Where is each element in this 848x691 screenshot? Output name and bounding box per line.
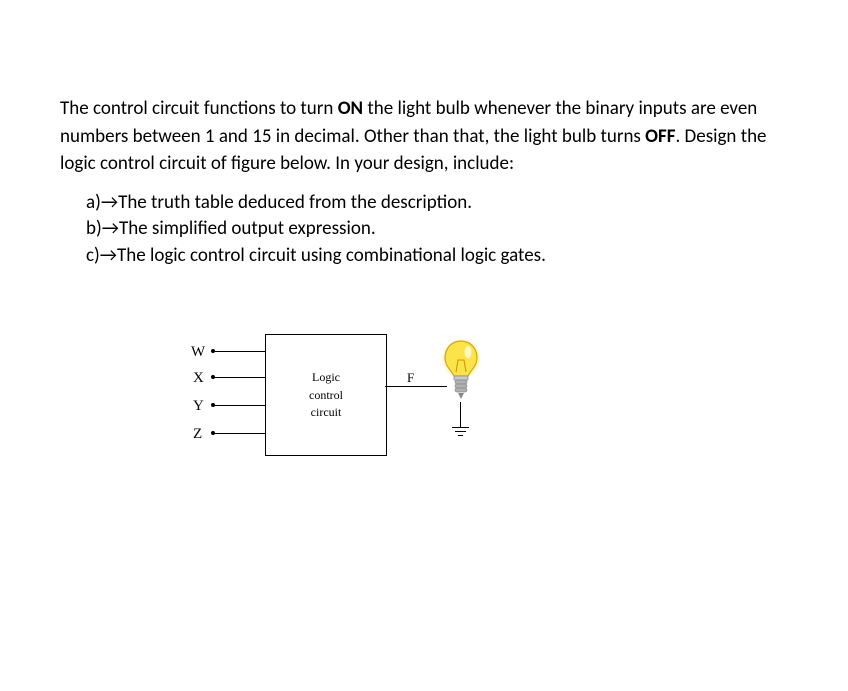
requirements-list: a)→The truth table deduced from the desc… — [60, 190, 788, 270]
wire-w — [213, 351, 265, 352]
input-x-label: X — [193, 368, 204, 390]
item-c: c)→The logic control circuit using combi… — [86, 243, 788, 270]
intro-off: OFF — [645, 125, 675, 148]
ground-wire — [460, 402, 461, 427]
problem-statement: The control circuit functions to turn ON… — [60, 95, 788, 178]
output-f-label: F — [407, 369, 414, 388]
intro-on: ON — [338, 97, 363, 120]
ground-bar1 — [452, 427, 469, 428]
ground-bar2 — [455, 431, 466, 432]
input-w-label: W — [191, 342, 205, 364]
wire-output — [385, 386, 447, 387]
ground-bar3 — [458, 435, 463, 436]
light-bulb-icon — [440, 338, 482, 413]
box-line1: Logic — [266, 369, 386, 386]
wire-x — [213, 377, 265, 378]
wire-y — [213, 405, 265, 406]
item-b: b)→The simplified output expression. — [86, 216, 788, 243]
logic-control-box: Logic control circuit — [265, 334, 387, 456]
input-y-label: Y — [193, 396, 204, 418]
circuit-diagram: W X Y Z Logic control circuit F — [115, 324, 515, 504]
item-a: a)→The truth table deduced from the desc… — [86, 190, 788, 217]
box-line3: circuit — [266, 404, 386, 421]
intro-part1: The control circuit functions to turn — [60, 97, 338, 120]
box-line2: control — [266, 387, 386, 404]
wire-z — [213, 433, 265, 434]
input-z-label: Z — [193, 424, 202, 446]
